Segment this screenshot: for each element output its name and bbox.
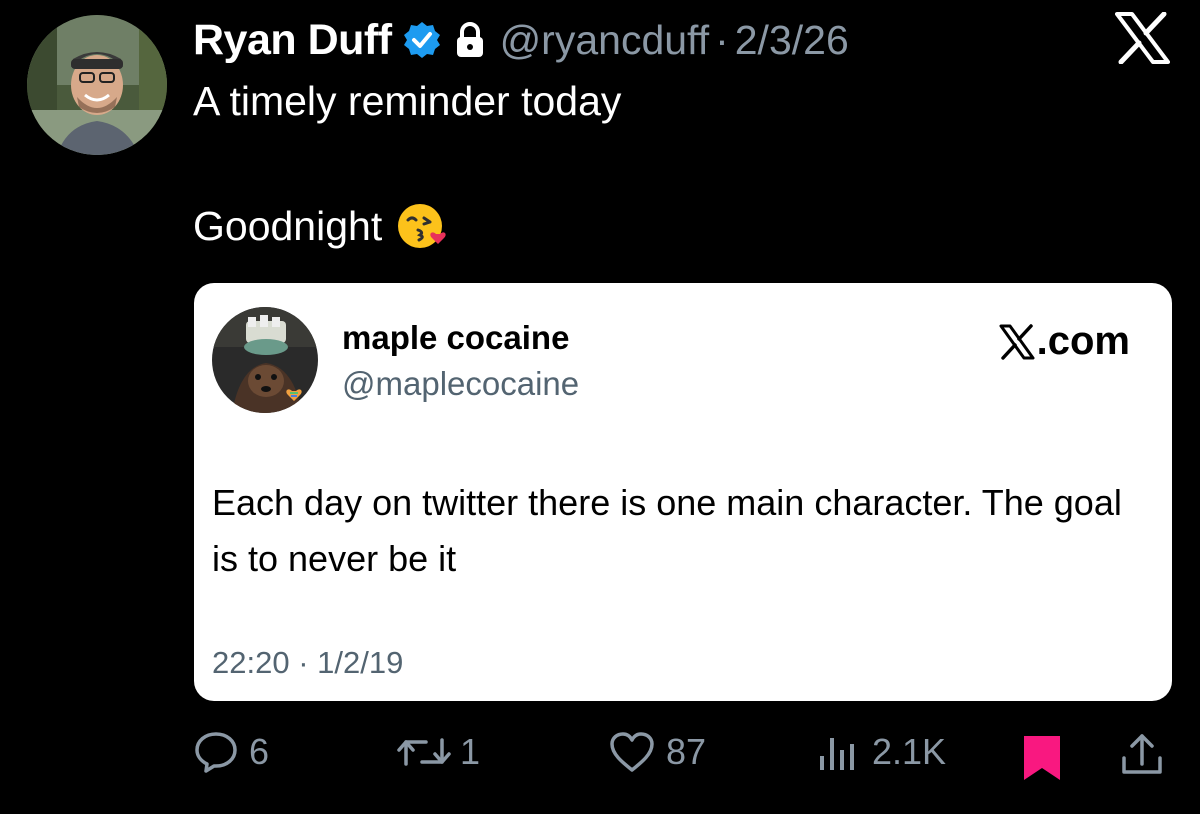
bookmark-button[interactable]: [1022, 734, 1062, 782]
quoted-timestamp[interactable]: 22:20 · 1/2/19: [212, 645, 403, 681]
bookmark-icon: [1022, 734, 1062, 782]
source-label: .com: [999, 319, 1130, 364]
quoted-author-name[interactable]: maple cocaine: [342, 319, 569, 357]
like-button[interactable]: 87: [608, 730, 706, 774]
tweet-text-line1: A timely reminder today: [193, 78, 622, 124]
author-handle[interactable]: @ryancduff: [500, 17, 710, 64]
kissing-face-emoji-icon: [396, 200, 448, 252]
tweet-header: Ryan Duff @ryancduff · 2/3/26: [193, 12, 849, 68]
views-button[interactable]: 2.1K: [816, 730, 946, 774]
verified-badge-icon: [402, 20, 442, 60]
share-icon: [1120, 732, 1164, 778]
repost-button[interactable]: 1: [396, 730, 480, 774]
author-avatar[interactable]: [27, 15, 167, 155]
tweet-text-line2: Goodnight: [193, 200, 448, 252]
like-count: 87: [666, 731, 707, 772]
share-button[interactable]: [1120, 732, 1164, 778]
analytics-icon: [816, 730, 860, 774]
tweet-text-goodnight: Goodnight: [193, 202, 383, 249]
tweet-actions: 6 1 87 2.1K: [0, 722, 1200, 786]
quoted-tweet-card[interactable]: maple cocaine @maplecocaine .com Each da…: [194, 283, 1172, 701]
source-label-text: .com: [1036, 319, 1130, 363]
author-name[interactable]: Ryan Duff: [193, 16, 392, 65]
reply-icon: [193, 730, 239, 774]
quoted-tweet-text: Each day on twitter there is one main ch…: [212, 482, 1122, 579]
x-logo-small-icon: [999, 323, 1035, 360]
reply-count: 6: [249, 731, 270, 772]
repost-icon: [396, 730, 452, 774]
quoted-author-handle[interactable]: @maplecocaine: [342, 365, 579, 403]
repost-count: 1: [460, 731, 481, 772]
heart-icon: [608, 730, 656, 774]
protected-lock-icon: [454, 21, 486, 59]
views-count: 2.1K: [872, 731, 947, 772]
x-logo-icon[interactable]: [1115, 11, 1170, 65]
reply-button[interactable]: 6: [193, 730, 269, 774]
separator-dot: ·: [715, 16, 729, 63]
tweet-date[interactable]: 2/3/26: [735, 17, 849, 64]
quoted-author-avatar[interactable]: [212, 307, 318, 413]
